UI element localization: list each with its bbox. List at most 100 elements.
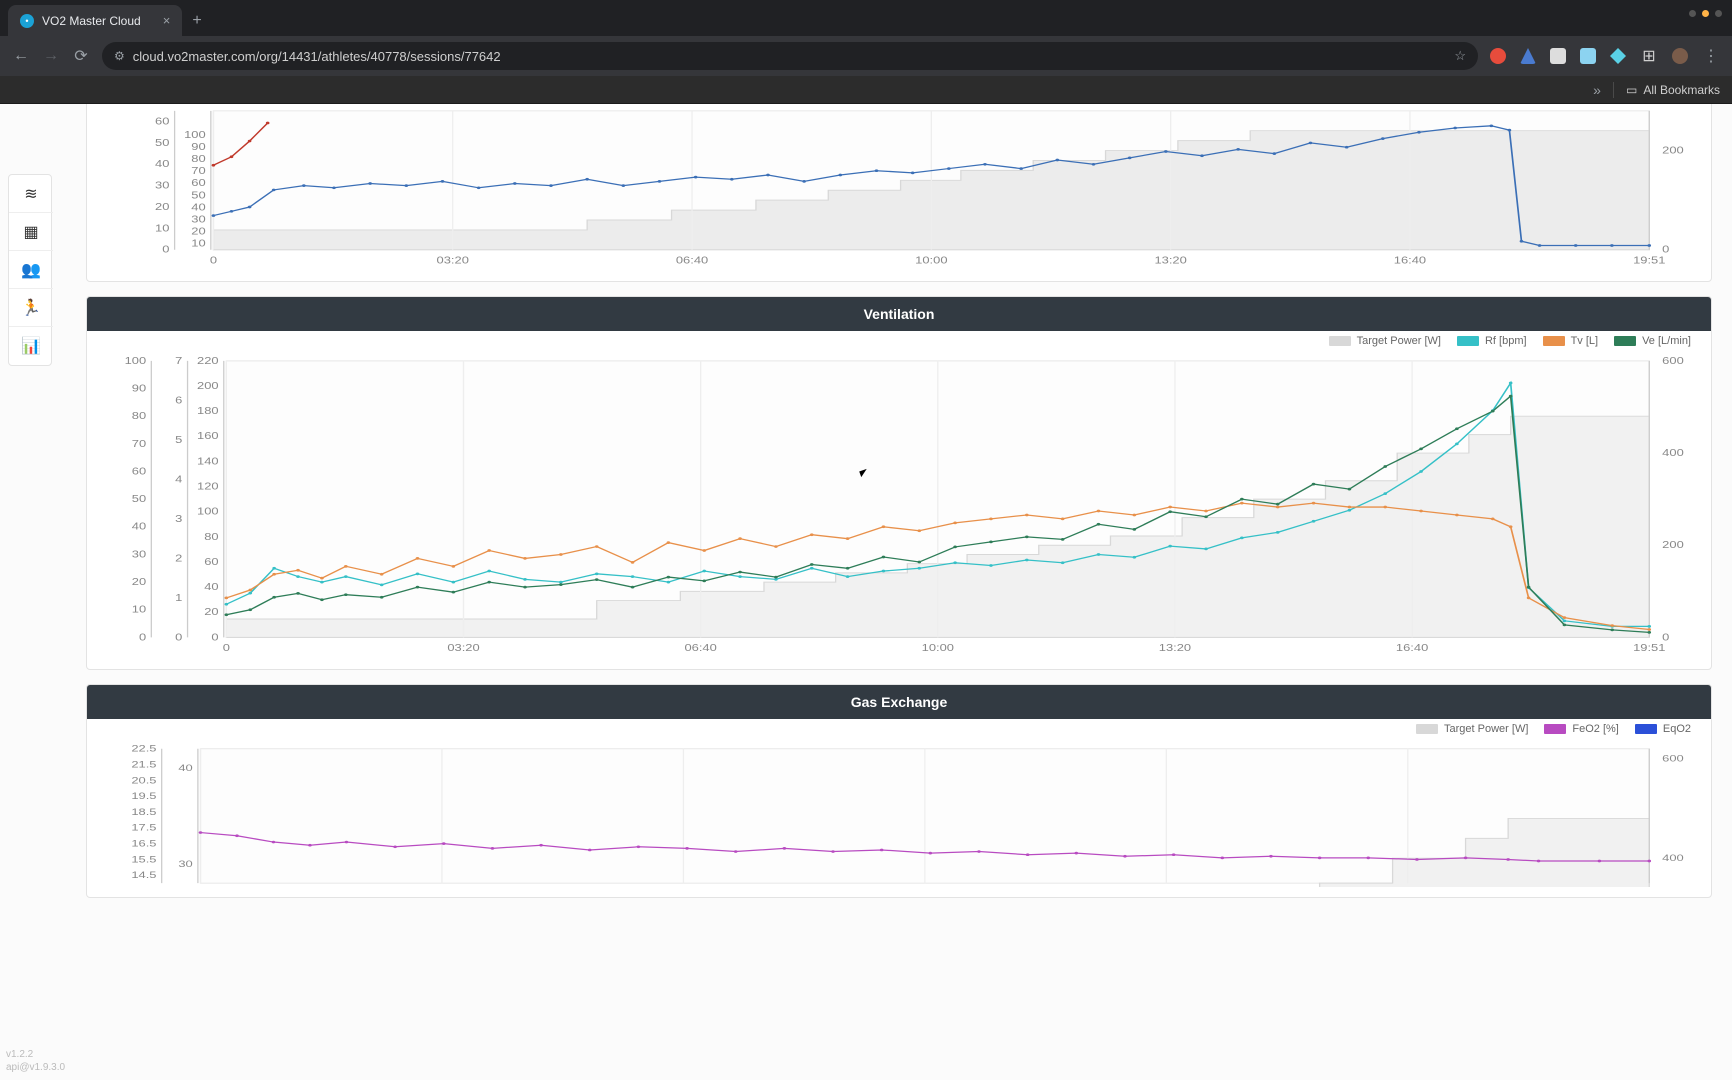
- svg-text:60: 60: [191, 179, 205, 189]
- extensions-row: ⊞ ⋮: [1490, 47, 1720, 65]
- legend-label: Ve [L/min]: [1642, 335, 1691, 347]
- svg-text:80: 80: [191, 154, 205, 164]
- star-icon[interactable]: ☆: [1454, 48, 1466, 64]
- svg-text:20: 20: [191, 227, 205, 237]
- svg-text:10:00: 10:00: [922, 643, 954, 653]
- plot-top[interactable]: 003:2006:4010:0013:2016:4019:51102030405…: [87, 104, 1711, 281]
- svg-text:03:20: 03:20: [447, 643, 479, 653]
- svg-text:100: 100: [197, 507, 219, 517]
- plot-gas-exchange[interactable]: 003:2006:4010:0013:2016:4019:51304014.51…: [87, 737, 1711, 897]
- svg-text:7: 7: [175, 356, 182, 366]
- panel-title: Ventilation: [87, 297, 1711, 331]
- panel-ventilation: Ventilation Target Power [W] Rf [bpm] Tv […: [86, 296, 1712, 670]
- page-body: ≋ ▦ 👥 🏃 📊 003:2006:4010:0013:2016:4019:5…: [0, 104, 1732, 1080]
- svg-text:400: 400: [1662, 448, 1684, 458]
- legend-swatch-icon: [1457, 336, 1479, 346]
- svg-text:40: 40: [132, 522, 146, 532]
- svg-text:140: 140: [197, 457, 219, 467]
- svg-text:40: 40: [191, 203, 205, 213]
- svg-text:70: 70: [191, 167, 205, 177]
- legend-item[interactable]: Target Power [W]: [1329, 335, 1441, 347]
- svg-text:200: 200: [197, 381, 219, 391]
- tab-close-icon[interactable]: ×: [163, 13, 171, 28]
- browser-menu-button[interactable]: ⋮: [1702, 47, 1720, 65]
- legend-label: FeO2 [%]: [1572, 723, 1618, 735]
- extension-icon[interactable]: [1610, 48, 1626, 64]
- all-bookmarks-button[interactable]: ▭ All Bookmarks: [1626, 83, 1720, 97]
- svg-text:17.5: 17.5: [131, 823, 156, 833]
- svg-text:60: 60: [155, 117, 169, 127]
- svg-text:19:51: 19:51: [1633, 643, 1665, 653]
- sidebar-group-button[interactable]: 👥: [9, 251, 53, 289]
- svg-text:3: 3: [175, 514, 182, 524]
- forward-button[interactable]: →: [42, 47, 60, 65]
- all-bookmarks-label: All Bookmarks: [1643, 83, 1720, 97]
- group-icon: 👥: [21, 260, 41, 280]
- svg-text:0: 0: [162, 245, 169, 255]
- svg-text:2: 2: [175, 554, 182, 564]
- url-text: cloud.vo2master.com/org/14431/athletes/4…: [133, 49, 501, 64]
- legend-item[interactable]: Rf [bpm]: [1457, 335, 1527, 347]
- folder-icon: ▭: [1626, 83, 1637, 97]
- svg-text:60: 60: [132, 467, 146, 477]
- bookmarks-overflow-icon[interactable]: »: [1593, 82, 1601, 98]
- svg-text:1: 1: [175, 593, 182, 603]
- site-settings-icon[interactable]: ⚙: [114, 49, 125, 63]
- svg-text:06:40: 06:40: [676, 256, 708, 266]
- extension-icon[interactable]: [1580, 48, 1596, 64]
- svg-text:30: 30: [178, 859, 192, 869]
- new-tab-button[interactable]: +: [182, 6, 211, 36]
- legend-item[interactable]: Target Power [W]: [1416, 723, 1528, 735]
- reload-button[interactable]: ⟳: [72, 47, 90, 65]
- svg-text:14.5: 14.5: [131, 871, 156, 881]
- svg-text:90: 90: [132, 384, 146, 394]
- svg-text:19:51: 19:51: [1633, 256, 1665, 266]
- app-version: v1.2.2: [6, 1048, 65, 1061]
- svg-text:20: 20: [132, 577, 146, 587]
- svg-text:60: 60: [204, 557, 218, 567]
- legend-label: Tv [L]: [1571, 335, 1599, 347]
- api-version: api@v1.9.3.0: [6, 1061, 65, 1074]
- legend-swatch-icon: [1635, 724, 1657, 734]
- svg-text:600: 600: [1662, 356, 1684, 366]
- sidebar-grid-button[interactable]: ▦: [9, 213, 53, 251]
- svg-text:20: 20: [204, 608, 218, 618]
- svg-text:0: 0: [1662, 633, 1669, 643]
- legend-swatch-icon: [1614, 336, 1636, 346]
- browser-tab[interactable]: • VO2 Master Cloud ×: [8, 5, 182, 36]
- svg-text:20: 20: [155, 202, 169, 212]
- extension-icon[interactable]: [1490, 48, 1506, 64]
- window-controls[interactable]: [1689, 10, 1722, 17]
- svg-text:100: 100: [184, 130, 206, 140]
- svg-text:80: 80: [132, 411, 146, 421]
- svg-text:13:20: 13:20: [1159, 643, 1191, 653]
- svg-text:13:20: 13:20: [1154, 256, 1186, 266]
- svg-text:16:40: 16:40: [1394, 256, 1426, 266]
- sidebar-layers-button[interactable]: ≋: [9, 175, 53, 213]
- legend-item[interactable]: Tv [L]: [1543, 335, 1599, 347]
- svg-text:10: 10: [132, 605, 146, 615]
- extension-icon[interactable]: [1520, 48, 1536, 64]
- svg-text:15.5: 15.5: [131, 855, 156, 865]
- sidebar-chart-button[interactable]: 📊: [9, 327, 53, 365]
- legend-item[interactable]: EqO2: [1635, 723, 1691, 735]
- chart-svg: 003:2006:4010:0013:2016:4019:51102030405…: [97, 107, 1701, 271]
- back-button[interactable]: ←: [12, 47, 30, 65]
- legend-item[interactable]: FeO2 [%]: [1544, 723, 1618, 735]
- address-bar[interactable]: ⚙ cloud.vo2master.com/org/14431/athletes…: [102, 42, 1478, 70]
- svg-text:19.5: 19.5: [131, 791, 156, 801]
- legend-label: Target Power [W]: [1444, 723, 1528, 735]
- panel-gas-exchange: Gas Exchange Target Power [W]FeO2 [%]EqO…: [86, 684, 1712, 898]
- svg-text:16:40: 16:40: [1396, 643, 1428, 653]
- extension-icon[interactable]: [1550, 48, 1566, 64]
- profile-avatar[interactable]: [1672, 48, 1688, 64]
- legend-item[interactable]: Ve [L/min]: [1614, 335, 1691, 347]
- svg-text:160: 160: [197, 432, 219, 442]
- sidebar-runner-button[interactable]: 🏃: [9, 289, 53, 327]
- svg-text:20.5: 20.5: [131, 776, 156, 786]
- svg-text:90: 90: [191, 142, 205, 152]
- browser-toolbar: ← → ⟳ ⚙ cloud.vo2master.com/org/14431/at…: [0, 36, 1732, 76]
- layers-icon: ≋: [24, 184, 37, 204]
- extensions-button[interactable]: ⊞: [1640, 47, 1658, 65]
- plot-ventilation[interactable]: 003:2006:4010:0013:2016:4019:51020406080…: [87, 349, 1711, 669]
